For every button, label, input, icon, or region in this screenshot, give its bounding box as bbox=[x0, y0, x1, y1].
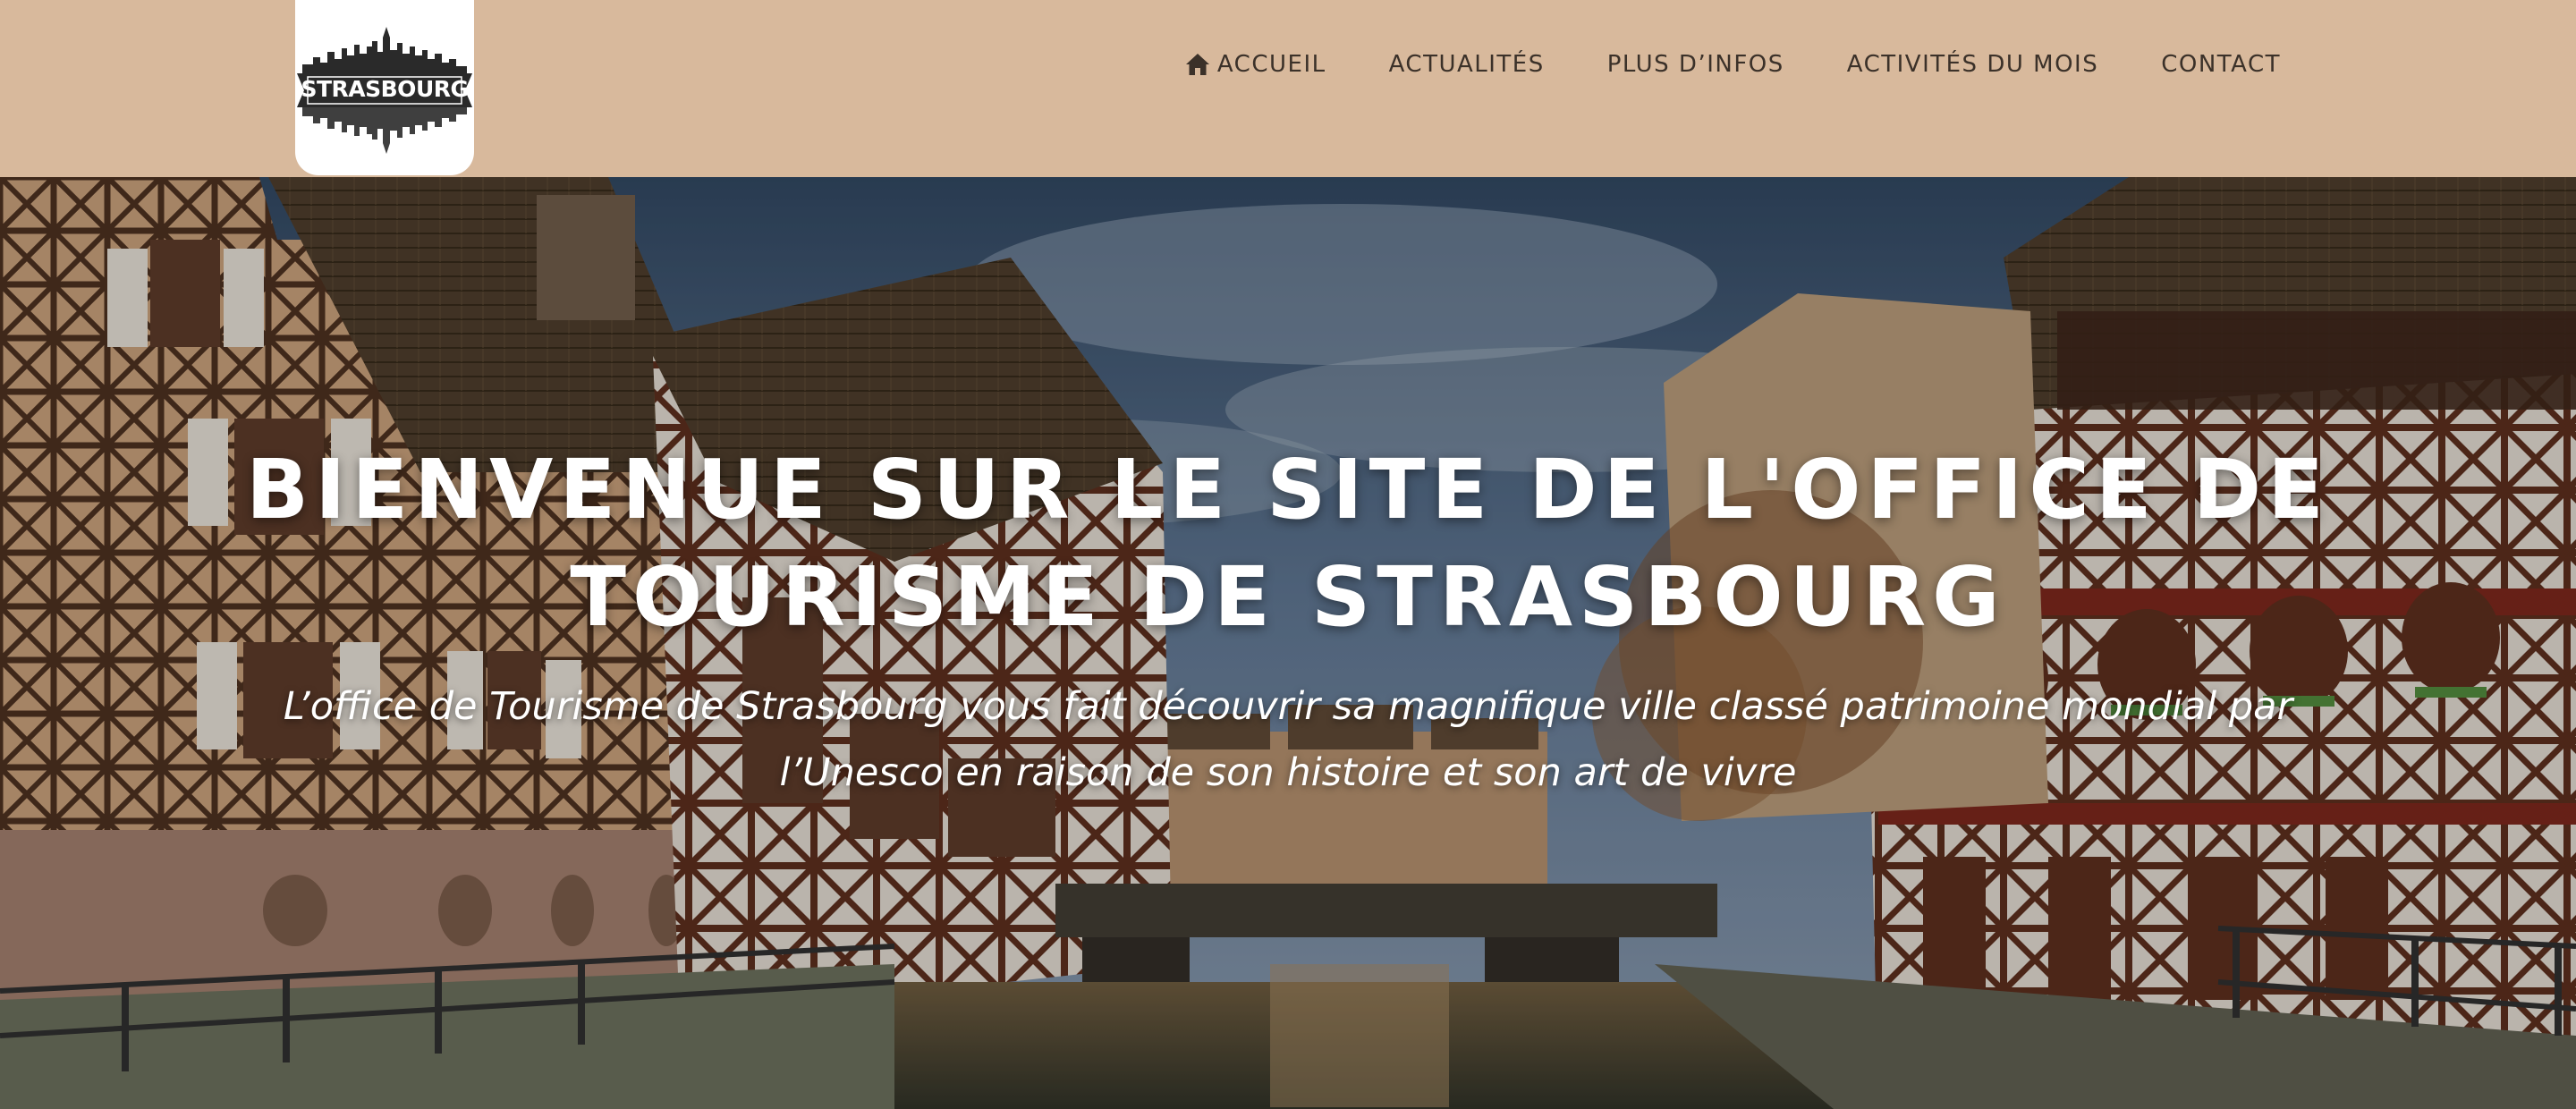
nav-item-actualites[interactable]: ACTUALITÉS bbox=[1389, 51, 1545, 78]
nav-label-accueil: ACCUEIL bbox=[1216, 51, 1326, 78]
nav-item-contact[interactable]: CONTACT bbox=[2161, 51, 2281, 78]
site-header: STRASBOURG ACCUEIL ACTUALITÉS PLUS D’INF… bbox=[0, 0, 2576, 177]
nav-label-actualites: ACTUALITÉS bbox=[1388, 51, 1545, 78]
nav-item-accueil[interactable]: ACCUEIL bbox=[1185, 51, 1326, 78]
nav-item-plus-infos[interactable]: PLUS D’INFOS bbox=[1607, 51, 1784, 78]
nav-label-plus-infos: PLUS D’INFOS bbox=[1606, 51, 1784, 78]
logo-text: STRASBOURG bbox=[301, 76, 469, 102]
nav-label-activites-du-mois: ACTIVITÉS DU MOIS bbox=[1846, 51, 2099, 78]
nav-item-activites-du-mois[interactable]: ACTIVITÉS DU MOIS bbox=[1847, 51, 2098, 78]
hero-section: BIENVENUE SUR LE SITE DE L'OFFICE DE TOU… bbox=[0, 177, 2576, 1109]
nav-label-contact: CONTACT bbox=[2161, 51, 2281, 78]
main-nav: ACCUEIL ACTUALITÉS PLUS D’INFOS ACTIVITÉ… bbox=[1185, 47, 2281, 82]
site-logo[interactable]: STRASBOURG bbox=[295, 0, 474, 175]
hero-title: BIENVENUE SUR LE SITE DE L'OFFICE DE TOU… bbox=[245, 442, 2331, 645]
home-icon bbox=[1185, 54, 1209, 75]
hero-subtitle: L’office de Tourisme de Strasbourg vous … bbox=[283, 684, 2293, 795]
